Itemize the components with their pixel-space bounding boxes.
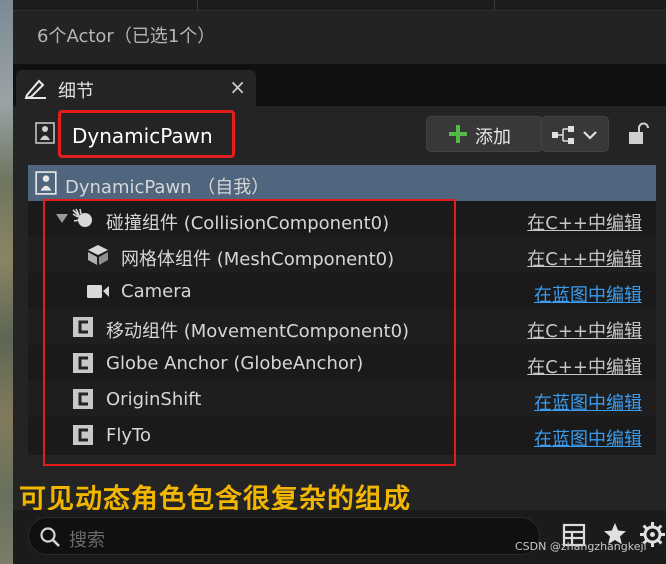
actor-name: DynamicPawn bbox=[72, 124, 213, 148]
camera-icon bbox=[87, 285, 109, 298]
pawn-icon bbox=[35, 122, 55, 144]
hierarchy-dropdown-icon bbox=[552, 126, 597, 144]
tree-row[interactable]: FlyTo 在蓝图中编辑 bbox=[28, 417, 656, 453]
add-component-button[interactable]: 添加 bbox=[426, 116, 543, 152]
details-panel: DynamicPawn 添加 DynamicPawn （自我） 碰撞组件 (Co… bbox=[13, 106, 666, 564]
tree-row[interactable]: Globe Anchor (GlobeAnchor) 在C++中编辑 bbox=[28, 345, 656, 381]
tab-bar: 细节 × bbox=[13, 64, 666, 106]
column-separator bbox=[494, 0, 495, 10]
search-icon bbox=[40, 527, 60, 547]
blueprint-options-button[interactable] bbox=[541, 116, 609, 152]
mesh-icon bbox=[88, 245, 108, 265]
tree-row[interactable]: 移动组件 (MovementComponent0) 在C++中编辑 bbox=[28, 309, 656, 345]
tree-row[interactable]: 网格体组件 (MeshComponent0) 在C++中编辑 bbox=[28, 237, 656, 273]
edit-in-blueprint-link[interactable]: 在蓝图中编辑 bbox=[534, 389, 642, 415]
expand-arrow-icon[interactable] bbox=[56, 214, 68, 224]
component-label: Camera bbox=[121, 281, 192, 302]
viewport-edge-strip bbox=[0, 0, 13, 564]
root-label: DynamicPawn （自我） bbox=[65, 177, 270, 198]
tree-root-row[interactable]: DynamicPawn （自我） bbox=[28, 165, 656, 201]
edit-in-cpp-link[interactable]: 在C++中编辑 bbox=[527, 245, 642, 271]
tab-details[interactable]: 细节 × bbox=[16, 70, 256, 106]
search-input[interactable]: 搜索 bbox=[28, 517, 540, 555]
tab-label: 细节 bbox=[58, 81, 94, 102]
add-label: 添加 bbox=[475, 127, 511, 148]
component-label: 移动组件 (MovementComponent0) bbox=[106, 321, 410, 342]
column-separator bbox=[197, 0, 198, 10]
close-icon[interactable]: × bbox=[229, 75, 246, 99]
pawn-icon bbox=[35, 171, 57, 195]
pencil-icon bbox=[24, 79, 46, 99]
component-c-icon bbox=[73, 425, 93, 445]
component-label: 碰撞组件 (CollisionComponent0) bbox=[106, 213, 390, 234]
component-c-icon bbox=[73, 353, 93, 373]
component-c-icon bbox=[73, 389, 93, 409]
component-c-icon bbox=[73, 317, 93, 337]
collision-icon bbox=[72, 208, 92, 227]
actor-name-field[interactable]: DynamicPawn bbox=[58, 110, 235, 158]
component-tree: DynamicPawn （自我） 碰撞组件 (CollisionComponen… bbox=[28, 165, 656, 455]
tree-row[interactable]: 碰撞组件 (CollisionComponent0) 在C++中编辑 bbox=[28, 201, 656, 237]
edit-in-cpp-link[interactable]: 在C++中编辑 bbox=[527, 209, 642, 235]
lock-icon[interactable] bbox=[627, 122, 649, 146]
component-label: 网格体组件 (MeshComponent0) bbox=[121, 249, 395, 270]
outliner-panel: 6个Actor（已选1个） bbox=[13, 0, 666, 64]
edit-in-cpp-link[interactable]: 在C++中编辑 bbox=[527, 353, 642, 379]
plus-icon bbox=[449, 125, 467, 143]
search-placeholder: 搜索 bbox=[69, 530, 105, 551]
component-label: FlyTo bbox=[106, 425, 151, 446]
outliner-header-row bbox=[13, 0, 666, 11]
actor-count: 6个Actor（已选1个） bbox=[37, 26, 216, 47]
edit-in-blueprint-link[interactable]: 在蓝图中编辑 bbox=[534, 425, 642, 451]
watermark: CSDN @zhangzhangkeji bbox=[515, 540, 647, 553]
edit-in-cpp-link[interactable]: 在C++中编辑 bbox=[527, 317, 642, 343]
tree-row[interactable]: OriginShift 在蓝图中编辑 bbox=[28, 381, 656, 417]
search-bar: 搜索 bbox=[13, 510, 666, 564]
edit-in-blueprint-link[interactable]: 在蓝图中编辑 bbox=[534, 281, 642, 307]
tree-row[interactable]: Camera 在蓝图中编辑 bbox=[28, 273, 656, 309]
component-label: OriginShift bbox=[106, 389, 202, 410]
component-label: Globe Anchor (GlobeAnchor) bbox=[106, 353, 364, 374]
